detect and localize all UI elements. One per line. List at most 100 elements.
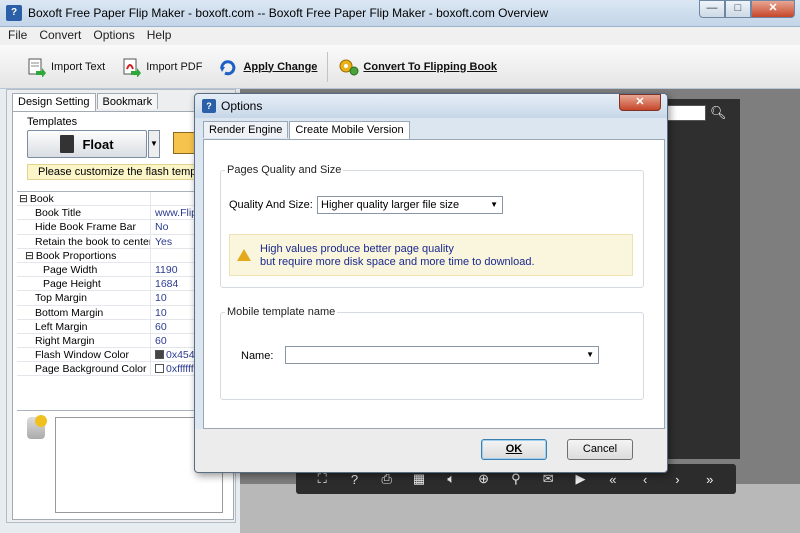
property-value-text: 1190 <box>155 263 178 276</box>
customize-hint[interactable]: Please customize the flash template <box>27 164 213 180</box>
template-button[interactable]: Float <box>27 130 147 158</box>
property-name: Page Width <box>17 262 151 277</box>
close-button[interactable]: ✕ <box>751 0 795 18</box>
convert-button[interactable]: Convert To Flipping Book <box>330 50 505 84</box>
property-name-text: Flash Window Color <box>35 349 129 362</box>
property-name-text: Page Width <box>43 263 98 276</box>
property-name-text: Book <box>29 193 54 205</box>
apply-change-label: Apply Change <box>243 60 318 73</box>
mobile-template-group: Mobile template name Name: ▼ <box>220 306 644 400</box>
sound-icon[interactable]: 🔈︎ <box>442 471 460 487</box>
template-dropdown-arrow[interactable]: ▼ <box>148 130 160 158</box>
color-swatch <box>155 350 164 360</box>
menu-bar: File Convert Options Help <box>0 27 800 45</box>
search-icon[interactable]: 🔍︎ <box>710 105 727 121</box>
property-name: Left Margin <box>17 319 151 333</box>
property-name: Page Background Color <box>17 362 151 376</box>
dialog-title-bar: ? Options ✕ <box>195 94 667 118</box>
quality-label: Quality And Size: <box>229 199 313 211</box>
property-name: Top Margin <box>17 291 151 305</box>
prev-page-icon[interactable]: ‹ <box>636 472 654 487</box>
property-name: Flash Window Color <box>17 348 151 362</box>
property-name-text: Hide Book Frame Bar <box>35 221 136 234</box>
property-name: Page Height <box>17 277 151 291</box>
first-page-icon[interactable]: « <box>604 472 622 487</box>
menu-help[interactable]: Help <box>147 27 172 45</box>
last-page-icon[interactable]: » <box>701 472 719 487</box>
help-icon[interactable]: ? <box>345 472 363 487</box>
chevron-down-icon: ▼ <box>586 350 594 359</box>
collapse-icon[interactable]: ⊟ <box>25 250 34 262</box>
refresh-icon <box>218 57 238 77</box>
chevron-down-icon: ▼ <box>490 200 498 209</box>
import-text-label: Import Text <box>51 60 106 73</box>
panel-tabs: Design Setting Bookmark <box>12 93 159 111</box>
property-value-text: 10 <box>155 306 167 319</box>
property-name-text: Book Proportions <box>35 249 117 262</box>
property-value-text: 10 <box>155 292 167 305</box>
email-icon[interactable]: ✉ <box>539 471 557 487</box>
tab-create-mobile-version[interactable]: Create Mobile Version <box>289 121 410 140</box>
property-value-text: 60 <box>155 334 167 347</box>
property-name-text: Left Margin <box>35 320 88 333</box>
property-name: Bottom Margin <box>17 305 151 319</box>
thumbnails-icon[interactable]: ▦ <box>410 471 428 487</box>
play-icon[interactable]: ▶ <box>572 471 590 487</box>
property-name-text: Page Background Color <box>35 363 147 376</box>
property-name: Retain the book to center <box>17 234 151 248</box>
check-badge-icon <box>35 415 47 427</box>
property-value-text: 60 <box>155 320 167 333</box>
ok-button[interactable]: OK <box>481 439 547 460</box>
import-pdf-icon <box>121 57 142 78</box>
minimize-button[interactable]: — <box>699 0 725 18</box>
mobile-template-title: Mobile template name <box>225 306 338 318</box>
next-page-icon[interactable]: › <box>668 472 686 487</box>
import-text-button[interactable]: Import Text <box>18 50 113 84</box>
window-controls: — □ ✕ <box>699 0 795 18</box>
book-icon <box>60 135 75 153</box>
import-pdf-button[interactable]: Import PDF <box>113 50 210 84</box>
fit-icon[interactable]: ⛶ <box>313 471 331 487</box>
property-name: Hide Book Frame Bar <box>17 220 151 234</box>
maximize-button[interactable]: □ <box>725 0 751 18</box>
dialog-app-icon: ? <box>202 99 216 113</box>
menu-convert[interactable]: Convert <box>39 27 81 45</box>
save-template-icon[interactable] <box>173 132 195 154</box>
menu-file[interactable]: File <box>8 27 27 45</box>
tab-design-setting[interactable]: Design Setting <box>12 93 96 111</box>
title-bar: ? Boxoft Free Paper Flip Maker - boxoft.… <box>0 0 800 27</box>
book-frame <box>660 99 740 459</box>
template-name: Float <box>82 136 114 152</box>
property-name: ⊟ Book Proportions <box>17 248 151 262</box>
mobile-template-select[interactable]: ▼ <box>285 346 599 364</box>
pages-quality-group: Pages Quality and Size Quality And Size:… <box>220 164 644 288</box>
search-icon[interactable]: ⚲ <box>507 471 525 487</box>
print-icon[interactable]: ⎙ <box>378 471 396 487</box>
menu-options[interactable]: Options <box>93 27 134 45</box>
import-pdf-label: Import PDF <box>146 60 203 73</box>
property-name-text: Retain the book to center <box>35 235 151 248</box>
collapse-icon[interactable]: ⊟ <box>19 193 28 205</box>
import-text-icon <box>26 57 46 78</box>
warning-line-1: High values produce better page quality <box>260 243 454 255</box>
dialog-close-button[interactable]: ✕ <box>619 94 661 111</box>
property-value-text: No <box>155 221 169 234</box>
toolbar-separator <box>327 51 329 82</box>
dialog-title: Options <box>221 99 263 113</box>
tab-bookmark[interactable]: Bookmark <box>96 93 159 109</box>
cancel-button[interactable]: Cancel <box>567 439 633 460</box>
apply-change-button[interactable]: Apply Change <box>210 50 325 84</box>
warning-text: High values produce better page quality … <box>260 243 535 269</box>
property-name-text: Right Margin <box>35 334 95 347</box>
property-name: Book Title <box>17 206 151 220</box>
toolbar: Import Text Import PDF Apply Change Conv… <box>0 45 800 89</box>
property-name: ⊟ Book <box>17 192 151 206</box>
tab-render-engine[interactable]: Render Engine <box>203 121 289 138</box>
quality-select[interactable]: Higher quality larger file size ▼ <box>317 196 503 214</box>
zoom-in-icon[interactable]: ⊕ <box>475 471 493 487</box>
app-icon: ? <box>6 5 22 21</box>
templates-label: Templates <box>27 116 78 128</box>
dialog-tab-body: Pages Quality and Size Quality And Size:… <box>203 139 665 429</box>
options-dialog: ? Options ✕ Render Engine Create Mobile … <box>194 93 668 473</box>
dialog-footer: OK Cancel <box>195 429 667 472</box>
